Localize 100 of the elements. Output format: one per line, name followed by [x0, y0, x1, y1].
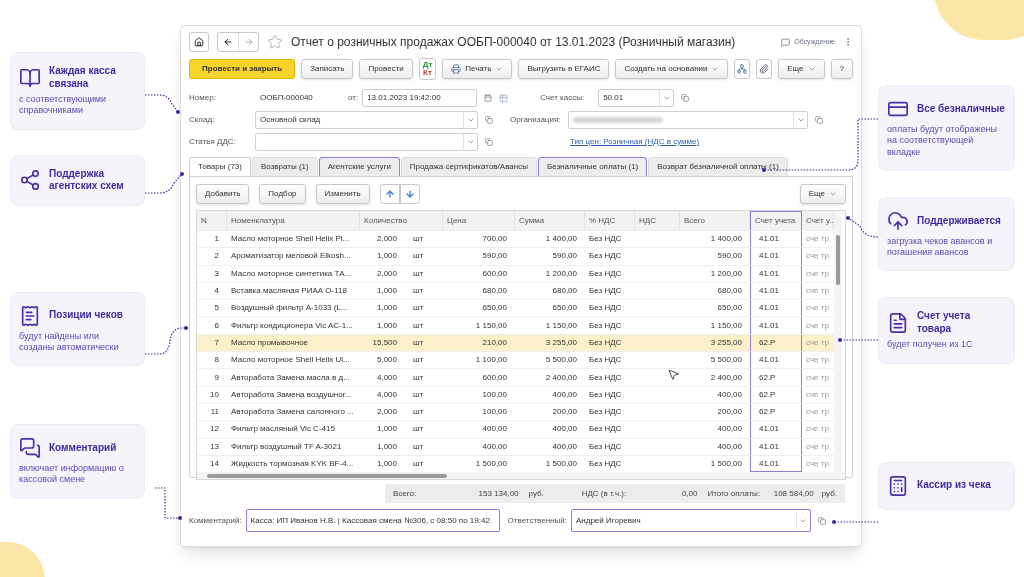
- paid-amount: 108 584,00: [772, 487, 814, 500]
- tab[interactable]: Продажа сертификатов/Авансы: [400, 157, 537, 177]
- tab[interactable]: Возврат безналичной оплаты (1): [648, 157, 788, 177]
- table-cell-text: сче тр: [805, 423, 830, 436]
- price-type-link[interactable]: Тип цен: Розничная (НДС в сумме): [570, 136, 700, 148]
- move-up-button[interactable]: [379, 184, 400, 204]
- debit-credit-button[interactable]: Дт Кт: [418, 58, 437, 80]
- callout-title: Поддерживается: [917, 214, 1001, 227]
- table-cell-text: 1 100,00: [474, 354, 508, 367]
- tab[interactable]: Агентские услуги: [318, 157, 400, 177]
- table-cell-text: Авторабота Замена салонного ...: [230, 406, 355, 419]
- table-cell-text: 2 400,00: [709, 371, 743, 384]
- structure-button[interactable]: [734, 59, 751, 79]
- printer-icon: [451, 64, 462, 74]
- more-button[interactable]: Еще: [799, 184, 846, 204]
- dds-item-field[interactable]: [255, 133, 478, 151]
- table-cell-text: 680,00: [716, 285, 743, 298]
- table-cell-text: Жидкость тормозная KYK BF-4...: [230, 458, 355, 470]
- table-cell-text: 1 500,00: [709, 458, 743, 470]
- caret-icon: [829, 190, 837, 198]
- move-down-button[interactable]: [399, 184, 420, 204]
- toolbar-button[interactable]: Записать: [301, 59, 354, 79]
- table-cell-text: 200,00: [551, 406, 578, 419]
- table-row[interactable]: 5 Воздушный фильтр А-1033 (L... 1,000 шт 650,00 650,00 Без НДС 650,00 41.01 сче тр: [197, 299, 834, 317]
- date-field[interactable]: 13.01.2023 19:42:00: [362, 89, 478, 107]
- table-row[interactable]: 12 Фильтр масляный Vic C-415 1,000 шт 400,00 400,00 Без НДС 400,00 41.01 сче тр: [197, 420, 834, 438]
- caret-icon: [662, 94, 671, 102]
- table-cell-text: 400,00: [551, 423, 578, 436]
- table-row[interactable]: 6 Фильтр кондиционера Vic AC-1... 1,000 шт 1 150,00 1 150,00 Без НДС 1 150,00 41.01 сче тр: [197, 316, 834, 334]
- table-cell-text: Без НДС: [588, 233, 623, 246]
- table-cell-text: сче тр: [805, 233, 830, 246]
- table-cell: 41.01: [750, 265, 802, 282]
- table-toolbar-button[interactable]: Изменить: [315, 184, 370, 204]
- tab[interactable]: Безналичные оплаты (1): [537, 157, 648, 177]
- table-cell-text: 4,000: [375, 388, 398, 401]
- favorite-star-icon[interactable]: [267, 34, 283, 50]
- share-icon: [19, 169, 41, 191]
- dropdown-button[interactable]: Еще: [778, 59, 825, 79]
- table-cell-text: 600,00: [481, 371, 508, 384]
- column-header[interactable]: Количество: [360, 211, 405, 230]
- callout-text: с соответствующими справочниками: [19, 94, 108, 117]
- forward-icon: [243, 37, 254, 47]
- post-and-close-button[interactable]: Провести и закрыть: [189, 59, 296, 79]
- table-cell-text: шт: [412, 371, 425, 384]
- print-button[interactable]: Печать: [442, 59, 513, 79]
- callout-title: Каждая касса связана: [49, 65, 117, 90]
- table-cell-text: 2,000: [375, 233, 398, 246]
- table-cell-text: Масло промывочное: [230, 336, 310, 349]
- table-cell-text: 1,000: [375, 319, 398, 332]
- copy-icon: [681, 94, 690, 102]
- table-cell-text: Без НДС: [588, 354, 623, 367]
- tab[interactable]: Возвраты (1): [251, 157, 318, 177]
- table-cell-text: шт: [412, 319, 425, 332]
- horizontal-scrollbar[interactable]: [197, 472, 845, 480]
- table-cell-text: сче тр: [805, 336, 830, 349]
- toolbar-button[interactable]: Провести: [359, 59, 413, 79]
- table-toolbar-button[interactable]: Добавить: [196, 184, 250, 204]
- cloud-upload-icon: [887, 209, 909, 232]
- table-cell-text: 3: [213, 267, 220, 280]
- table-row[interactable]: 2 Ароматизатор меловой Eikosh... 1,000 шт 590,00 590,00 Без НДС 590,00 41.01 сче тр: [197, 247, 834, 265]
- toolbar-button[interactable]: ?: [830, 59, 853, 79]
- cash-account-field[interactable]: 50.01: [598, 89, 675, 107]
- chat-icon: [781, 37, 791, 47]
- table-cell-text: Фильтр кондиционера Vic AC-1...: [230, 319, 354, 332]
- book-icon: [19, 66, 41, 89]
- table-cell-text: Без НДС: [588, 458, 623, 470]
- table-cell-text: 650,00: [481, 302, 508, 315]
- table-row[interactable]: 1 Масло моторное Shell Helix Pl... 2,000 шт 700,00 1 400,00 Без НДС 1 400,00 41.01 сче тр: [197, 230, 834, 248]
- home-button[interactable]: [189, 32, 209, 52]
- vertical-scrollbar[interactable]: [834, 211, 842, 473]
- vat-label: НДС (в т.ч.):: [581, 487, 628, 500]
- table-cell-text: Фильтр масляный Vic C-415: [230, 423, 336, 436]
- table-cell-text: 1 150,00: [474, 319, 508, 332]
- warehouse-field[interactable]: Основной склад: [255, 111, 478, 129]
- table-row[interactable]: 9 Авторабота Замена масла в д... 4,000 шт 600,00 2 400,00 Без НДС 2 400,00 62.Р сче тр: [197, 368, 834, 386]
- table-cell-text: 13: [209, 440, 220, 453]
- table-cell-text: сче тр: [805, 285, 830, 298]
- callout-title: Счет учета товара: [917, 310, 972, 336]
- field-label: Организация:: [510, 114, 562, 126]
- table-cell-text: 6: [213, 319, 220, 332]
- callout-text: будет получен из 1С: [887, 339, 974, 351]
- table-icon[interactable]: [499, 93, 509, 103]
- table-toolbar-button[interactable]: Подбор: [259, 184, 306, 204]
- organization-field[interactable]: [568, 111, 808, 129]
- table-cell-text: 590,00: [481, 250, 508, 263]
- table-cell-text: 1 200,00: [709, 267, 743, 280]
- table-row[interactable]: 8 Масло моторное Shell Helix Ul... 5,000 шт 1 100,00 5 500,00 Без НДС 5 500,00 41.01 сче тр: [197, 351, 834, 369]
- tab[interactable]: Товары (73): [189, 157, 251, 177]
- field-label: Счет кассы:: [540, 92, 586, 104]
- table-cell-text: 100,00: [481, 406, 508, 419]
- responsible-field[interactable]: Андрей Игоревич: [570, 509, 811, 532]
- toolbar-button[interactable]: Выгрузить в ЕГАИС: [518, 59, 610, 79]
- comment-field[interactable]: Касса: ИП Иванов Н.В. | Кассовая смена №306, с 08:50 по 19:42: [245, 509, 500, 532]
- table-cell-text: 1 150,00: [709, 319, 743, 332]
- leader-line: [144, 172, 184, 194]
- table-cell-text: шт: [412, 388, 425, 401]
- dropdown-button[interactable]: Создать на основании: [615, 59, 729, 79]
- table-cell-text: сче тр: [805, 458, 830, 470]
- attach-button[interactable]: [756, 59, 773, 79]
- table-cell-text: шт: [412, 336, 425, 349]
